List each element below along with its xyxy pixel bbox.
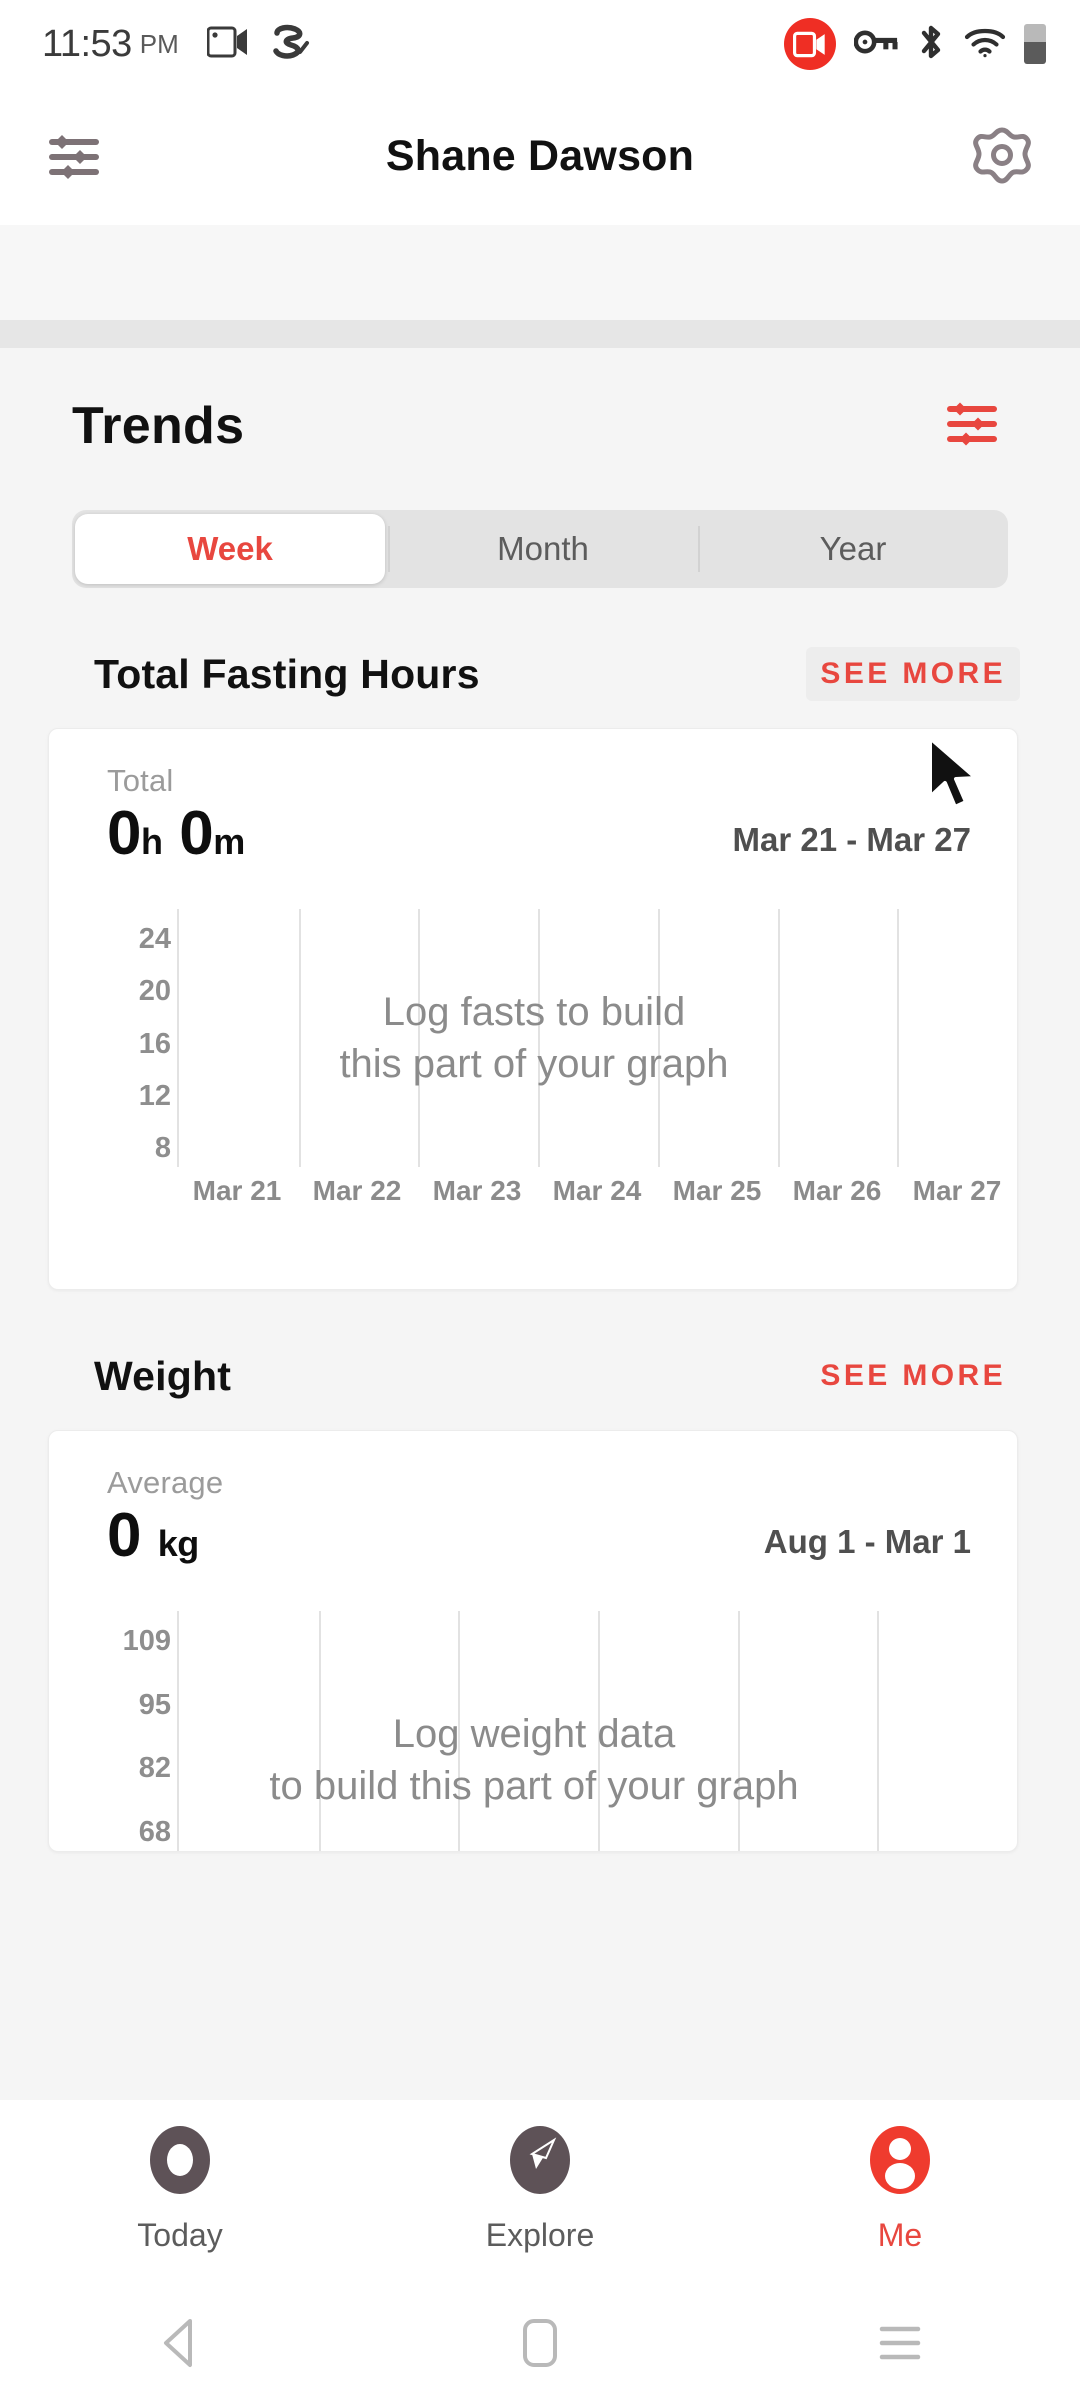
weight-card-summary: Average 0 kg Aug 1 - Mar 1 bbox=[49, 1465, 1017, 1567]
battery-icon bbox=[1024, 24, 1046, 64]
fasting-hours-value: 0 bbox=[107, 799, 141, 868]
status-bar-left-icons bbox=[206, 24, 311, 65]
range-tab-week-label: Week bbox=[187, 530, 273, 567]
weight-see-more-link[interactable]: SEE MORE bbox=[806, 1349, 1020, 1403]
status-bar-ampm: PM bbox=[139, 28, 179, 59]
x-tick: Mar 24 bbox=[552, 1175, 642, 1206]
weight-section-header: Weight SEE MORE bbox=[0, 1346, 1080, 1406]
range-segmented-control[interactable]: Week Month Year bbox=[72, 510, 1008, 588]
y-tick: 109 bbox=[122, 1625, 171, 1657]
weight-empty-line-2: to build this part of your graph bbox=[269, 1763, 799, 1808]
range-tab-year-label: Year bbox=[819, 530, 887, 567]
x-tick: Mar 22 bbox=[312, 1175, 402, 1206]
weight-empty-state-message: Log weight data to build this part of yo… bbox=[51, 1708, 1017, 1812]
status-bar-right-icons bbox=[784, 18, 1046, 70]
trends-filter-button[interactable] bbox=[944, 397, 1020, 456]
app-bar: Shane Dawson bbox=[0, 88, 1080, 225]
system-recents-button[interactable] bbox=[720, 2319, 1080, 2372]
compass-icon bbox=[502, 2122, 578, 2203]
fasting-chart-x-axis: Mar 21 Mar 22 Mar 23 Mar 24 Mar 25 Mar 2… bbox=[49, 1167, 1017, 1237]
bottom-nav-explore-label: Explore bbox=[485, 2217, 595, 2253]
range-tab-month[interactable]: Month bbox=[388, 510, 698, 588]
bottom-nav-today[interactable]: Today bbox=[0, 2122, 360, 2254]
section-divider bbox=[0, 320, 1080, 348]
fasting-section-title: Total Fasting Hours bbox=[94, 650, 480, 697]
x-tick: Mar 21 bbox=[192, 1175, 282, 1206]
fasting-empty-state-message: Log fasts to build this part of your gra… bbox=[51, 986, 1017, 1090]
bottom-nav-explore[interactable]: Explore bbox=[360, 2122, 720, 2254]
y-tick: 68 bbox=[138, 1815, 171, 1848]
fasting-minutes-value: 0 bbox=[179, 799, 214, 868]
fasting-card: Total 0h 0m Mar 21 - Mar 27 24 20 16 12 … bbox=[48, 728, 1018, 1290]
fasting-see-more-link[interactable]: SEE MORE bbox=[806, 647, 1020, 701]
x-tick: Mar 26 bbox=[792, 1175, 882, 1206]
x-tick: Mar 23 bbox=[432, 1175, 522, 1206]
bottom-navigation: Today Explore Me bbox=[0, 2100, 1080, 2290]
fasting-section-header: Total Fasting Hours SEE MORE bbox=[0, 644, 1080, 704]
bottom-nav-today-label: Today bbox=[137, 2217, 223, 2253]
fasting-date-range: Mar 21 - Mar 27 bbox=[732, 821, 971, 858]
y-tick: 24 bbox=[138, 923, 171, 955]
screencast-icon bbox=[206, 25, 249, 64]
weight-chart-plot: Log weight data to build this part of yo… bbox=[177, 1611, 1017, 1851]
x-tick: Mar 25 bbox=[672, 1175, 762, 1206]
phone-screen: 11:53 PM Shane Dawson Trends Week Month … bbox=[0, 0, 1080, 2400]
weight-unit: kg bbox=[157, 1523, 200, 1564]
range-tab-week[interactable]: Week bbox=[75, 514, 385, 584]
system-home-button[interactable] bbox=[360, 2315, 720, 2376]
weight-date-range: Aug 1 - Mar 1 bbox=[763, 1523, 971, 1560]
header-spacer bbox=[0, 225, 1080, 320]
status-bar: 11:53 PM bbox=[0, 0, 1080, 88]
page-title: Shane Dawson bbox=[385, 132, 695, 180]
weight-empty-line-1: Log weight data bbox=[392, 1711, 676, 1756]
mouse-cursor bbox=[924, 735, 988, 824]
recents-icon bbox=[872, 2319, 928, 2372]
record-circle-icon bbox=[142, 2122, 218, 2203]
trends-header: Trends bbox=[0, 348, 1080, 456]
fasting-hours-unit: h bbox=[140, 821, 163, 862]
system-navigation-bar bbox=[0, 2290, 1080, 2400]
fasting-minutes-unit: m bbox=[213, 821, 245, 862]
system-back-button[interactable] bbox=[0, 2315, 360, 2376]
filter-sliders-button[interactable] bbox=[46, 129, 104, 185]
range-tab-year[interactable]: Year bbox=[698, 510, 1008, 588]
fasting-empty-line-1: Log fasts to build bbox=[382, 990, 686, 1034]
weight-number: 0 bbox=[107, 1501, 141, 1570]
weight-kicker: Average bbox=[107, 1465, 224, 1500]
fasting-chart: 24 20 16 12 8 Log fasts to build this pa… bbox=[49, 909, 1017, 1167]
screen-record-icon bbox=[784, 18, 836, 70]
weight-card: Average 0 kg Aug 1 - Mar 1 109 95 82 68 bbox=[48, 1430, 1018, 1852]
home-icon bbox=[517, 2315, 563, 2376]
fasting-card-summary: Total 0h 0m Mar 21 - Mar 27 bbox=[49, 763, 1017, 865]
settings-gear-button[interactable] bbox=[970, 125, 1034, 189]
fasting-value: 0h 0m bbox=[107, 803, 245, 865]
back-icon bbox=[154, 2315, 206, 2376]
sleep-tracker-icon bbox=[271, 24, 311, 65]
x-tick: Mar 27 bbox=[912, 1175, 1002, 1206]
fasting-kicker: Total bbox=[107, 763, 174, 798]
trends-title: Trends bbox=[72, 397, 245, 455]
weight-section-title: Weight bbox=[94, 1352, 232, 1399]
wifi-icon bbox=[964, 26, 1006, 63]
y-tick: 8 bbox=[154, 1132, 171, 1164]
fasting-empty-line-2: this part of your graph bbox=[339, 1042, 729, 1086]
person-icon bbox=[862, 2122, 938, 2203]
trends-content: Trends Week Month Year Total Fasting Hou… bbox=[0, 348, 1080, 2100]
bluetooth-icon bbox=[916, 22, 946, 67]
fasting-chart-plot: Log fasts to build this part of your gra… bbox=[177, 909, 1017, 1167]
weight-chart: 109 95 82 68 Log weight data to build th… bbox=[49, 1611, 1017, 1851]
vpn-key-icon bbox=[853, 27, 898, 62]
range-tab-month-label: Month bbox=[497, 530, 589, 567]
bottom-nav-me-label: Me bbox=[877, 2217, 923, 2253]
bottom-nav-me[interactable]: Me bbox=[720, 2122, 1080, 2254]
status-bar-time: 11:53 bbox=[42, 22, 132, 65]
weight-value: 0 kg bbox=[107, 1505, 223, 1567]
